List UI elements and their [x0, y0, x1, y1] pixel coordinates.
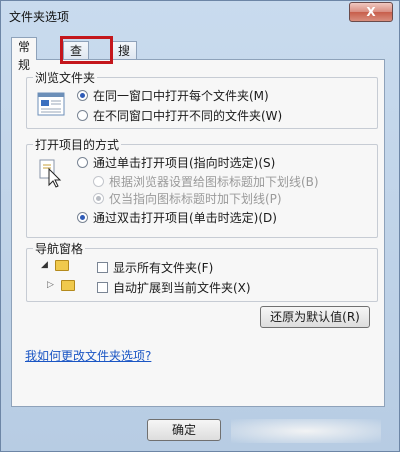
window-title: 文件夹选项 [9, 10, 70, 24]
radio-label: 通过双击打开项目(单击时选定)(D) [93, 211, 277, 225]
radio-double-click[interactable]: 通过双击打开项目(单击时选定)(D) [77, 209, 277, 226]
radio-label: 在同一窗口中打开每个文件夹(M) [93, 89, 269, 103]
window-layout-icon [37, 92, 65, 116]
navigation-pane-title: 导航窗格 [33, 240, 86, 257]
checkbox-label: 自动扩展到当前文件夹(X) [113, 281, 251, 295]
browse-folders-title: 浏览文件夹 [33, 69, 98, 86]
radio-button[interactable] [93, 193, 104, 204]
tab-search[interactable]: 搜索 [111, 41, 138, 76]
tree-collapsed-icon: ▷ [47, 280, 54, 290]
checkbox-label: 显示所有文件夹(F) [113, 261, 214, 275]
browse-folders-group: 浏览文件夹 在同一窗口中打开每个文件夹(M) 在不同窗口中打开不同的文件夹(W) [26, 69, 378, 129]
checkbox[interactable] [97, 282, 108, 293]
help-link[interactable]: 我如何更改文件夹选项? [25, 347, 151, 364]
close-button[interactable]: X [349, 2, 393, 22]
ok-button[interactable]: 确定 [147, 419, 221, 441]
radio-different-window[interactable]: 在不同窗口中打开不同的文件夹(W) [77, 107, 282, 124]
title-bar: 文件夹选项 X [1, 1, 399, 31]
radio-button[interactable] [77, 110, 88, 121]
navigation-pane-group: 导航窗格 ◢ ▷ 显示所有文件夹(F) 自动扩展到当前文件夹(X) [26, 240, 378, 302]
radio-button[interactable] [77, 90, 88, 101]
radio-button[interactable] [77, 212, 88, 223]
radio-same-window[interactable]: 在同一窗口中打开每个文件夹(M) [77, 87, 269, 104]
blurred-buttons-area [231, 419, 381, 443]
radio-underline-browser[interactable]: 根据浏览器设置给图标标题加下划线(B) [93, 173, 319, 190]
radio-button[interactable] [77, 157, 88, 168]
checkbox-auto-expand[interactable]: 自动扩展到当前文件夹(X) [97, 279, 251, 296]
restore-defaults-button[interactable]: 还原为默认值(R) [260, 306, 370, 328]
open-items-title: 打开项目的方式 [33, 136, 122, 153]
tree-expanded-icon: ◢ [41, 260, 48, 270]
radio-label: 仅当指向图标标题时加下划线(P) [109, 192, 282, 206]
click-cursor-icon [39, 159, 62, 188]
radio-single-click[interactable]: 通过单击打开项目(指向时选定)(S) [77, 154, 275, 171]
folder-options-dialog: 文件夹选项 X 常规 查看 搜索 浏览文件夹 在同一窗口中打开每个文件夹(M) [0, 0, 400, 452]
open-items-group: 打开项目的方式 通过单击打开项目(指向时选定)(S) 根据浏览器设置给图标标题加… [26, 136, 378, 238]
radio-button[interactable] [93, 176, 104, 187]
radio-underline-hover[interactable]: 仅当指向图标标题时加下划线(P) [93, 190, 282, 207]
checkbox[interactable] [97, 262, 108, 273]
radio-label: 通过单击打开项目(指向时选定)(S) [93, 156, 276, 170]
checkbox-show-all-folders[interactable]: 显示所有文件夹(F) [97, 259, 213, 276]
radio-label: 在不同窗口中打开不同的文件夹(W) [93, 109, 283, 123]
tab-general[interactable]: 常规 [11, 37, 38, 72]
folder-icon [61, 280, 75, 291]
folder-icon [55, 260, 69, 271]
radio-label: 根据浏览器设置给图标标题加下划线(B) [109, 175, 319, 189]
view-tab-highlight [60, 36, 113, 64]
